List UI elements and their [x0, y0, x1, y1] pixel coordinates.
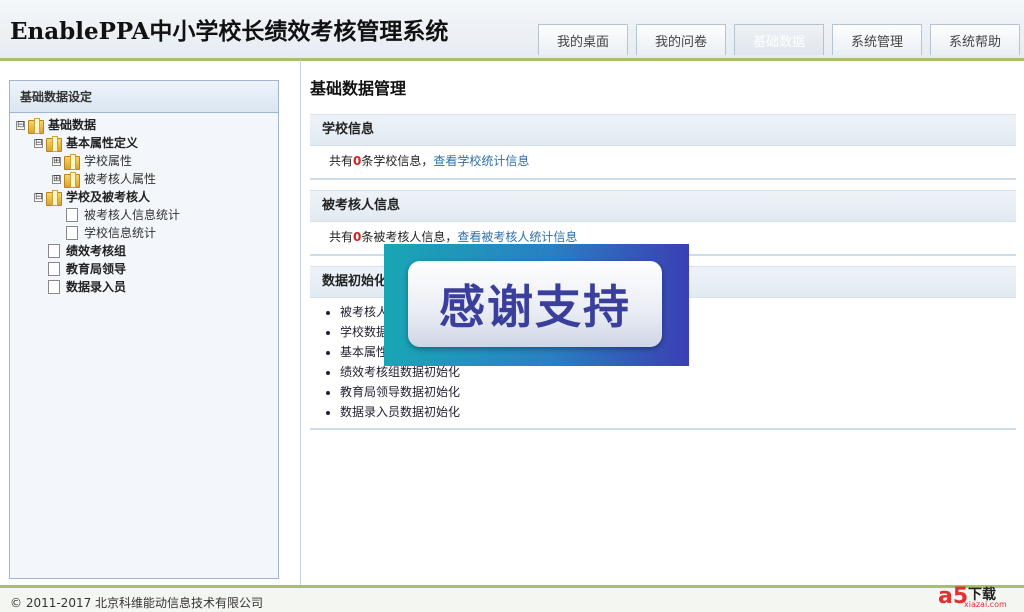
init-data-entry-link[interactable]: 数据录入员数据初始化 [340, 402, 1016, 422]
footer: © 2011-2017 北京科维能动信息技术有限公司 a5 下载 xiazai.… [0, 582, 1024, 612]
collapse-toggle-icon[interactable]: ⊟ [16, 120, 25, 130]
a5-watermark-logo: a5 下载 xiazai.com [934, 582, 1018, 612]
main-nav-tabs: 我的桌面 我的问卷 基础数据 系统管理 系统帮助 [530, 24, 1020, 55]
tree-label-perf-group[interactable]: 绩效考核组 [66, 242, 126, 260]
school-info-panel: 学校信息 共有0条学校信息，查看学校统计信息 [310, 114, 1016, 180]
document-icon [48, 280, 60, 294]
document-icon [48, 244, 60, 258]
tab-my-questionnaire[interactable]: 我的问卷 [636, 24, 726, 55]
document-icon [66, 226, 78, 240]
data-tree: ⊟ 基础数据 ⊟ 基本属性定义 ⊞ 学校属性 ⊞ 被考核人属性 ⊟ 学校及被考核… [10, 113, 278, 296]
thanks-overlay-text: 感谢支持 [439, 280, 631, 334]
tree-node-root[interactable]: ⊟ 基础数据 [10, 116, 278, 134]
tab-system-management[interactable]: 系统管理 [832, 24, 922, 55]
tree-node-examinee-attr[interactable]: ⊞ 被考核人属性 [10, 170, 278, 188]
sidebar: 基础数据设定 ⊟ 基础数据 ⊟ 基本属性定义 ⊞ 学校属性 ⊞ 被考核人属性 ⊟… [9, 80, 279, 579]
tree-label-examinee-attr[interactable]: 被考核人属性 [84, 170, 156, 188]
school-count-suffix: 条学校信息， [361, 154, 434, 168]
expand-toggle-icon[interactable]: ⊞ [52, 156, 61, 166]
examinee-count-suffix: 条被考核人信息， [361, 230, 458, 244]
open-folder-icon [46, 135, 62, 152]
open-folder-icon [28, 117, 44, 134]
tree-label-examinee-stats[interactable]: 被考核人信息统计 [84, 206, 180, 224]
tree-label-school-attr[interactable]: 学校属性 [84, 152, 132, 170]
examinee-info-header: 被考核人信息 [310, 190, 1016, 222]
tree-label-school-examinee[interactable]: 学校及被考核人 [66, 188, 150, 206]
thanks-overlay-banner: 感谢支持 [384, 244, 689, 366]
copyright-text: © 2011-2017 北京科维能动信息技术有限公司 [10, 596, 264, 610]
view-school-stats-link[interactable]: 查看学校统计信息 [433, 154, 529, 168]
tab-basic-data[interactable]: 基础数据 [734, 24, 824, 55]
tree-node-school-examinee[interactable]: ⊟ 学校及被考核人 [10, 188, 278, 206]
tab-my-desktop[interactable]: 我的桌面 [538, 24, 628, 55]
school-info-header: 学校信息 [310, 114, 1016, 146]
tab-system-help[interactable]: 系统帮助 [930, 24, 1020, 55]
tree-node-data-entry[interactable]: 数据录入员 [10, 278, 278, 296]
page-title: 基础数据管理 [310, 79, 407, 98]
tree-node-examinee-stats[interactable]: 被考核人信息统计 [10, 206, 278, 224]
open-folder-icon [46, 189, 62, 206]
folder-icon [64, 171, 80, 188]
tree-node-edu-leader[interactable]: 教育局领导 [10, 260, 278, 278]
tree-node-perf-group[interactable]: 绩效考核组 [10, 242, 278, 260]
folder-icon [64, 153, 80, 170]
collapse-toggle-icon[interactable]: ⊟ [34, 192, 43, 202]
document-icon [66, 208, 78, 222]
view-examinee-stats-link[interactable]: 查看被考核人统计信息 [457, 230, 577, 244]
app-header: EnablePPA中小学校长绩效考核管理系统 我的桌面 我的问卷 基础数据 系统… [0, 0, 1024, 61]
examinee-count-prefix: 共有 [329, 230, 354, 244]
school-count-prefix: 共有 [329, 154, 354, 168]
collapse-toggle-icon[interactable]: ⊟ [34, 138, 43, 148]
tree-node-school-stats[interactable]: 学校信息统计 [10, 224, 278, 242]
watermark-url: xiazai.com [964, 600, 1007, 609]
tree-node-school-attr[interactable]: ⊞ 学校属性 [10, 152, 278, 170]
school-info-body: 共有0条学校信息，查看学校统计信息 [310, 146, 1016, 178]
tree-node-basic-attr[interactable]: ⊟ 基本属性定义 [10, 134, 278, 152]
content-divider [300, 60, 301, 585]
tree-label-basic-attr[interactable]: 基本属性定义 [66, 134, 138, 152]
expand-toggle-icon[interactable]: ⊞ [52, 174, 61, 184]
tree-label-edu-leader[interactable]: 教育局领导 [66, 260, 126, 278]
sidebar-title: 基础数据设定 [10, 81, 278, 113]
thanks-overlay-card: 感谢支持 [408, 261, 662, 347]
init-edu-leader-link[interactable]: 教育局领导数据初始化 [340, 382, 1016, 402]
tree-label-school-stats[interactable]: 学校信息统计 [84, 224, 156, 242]
tree-label-data-entry[interactable]: 数据录入员 [66, 278, 126, 296]
tree-label-root[interactable]: 基础数据 [48, 116, 96, 134]
document-icon [48, 262, 60, 276]
app-title: EnablePPA中小学校长绩效考核管理系统 [10, 18, 449, 45]
